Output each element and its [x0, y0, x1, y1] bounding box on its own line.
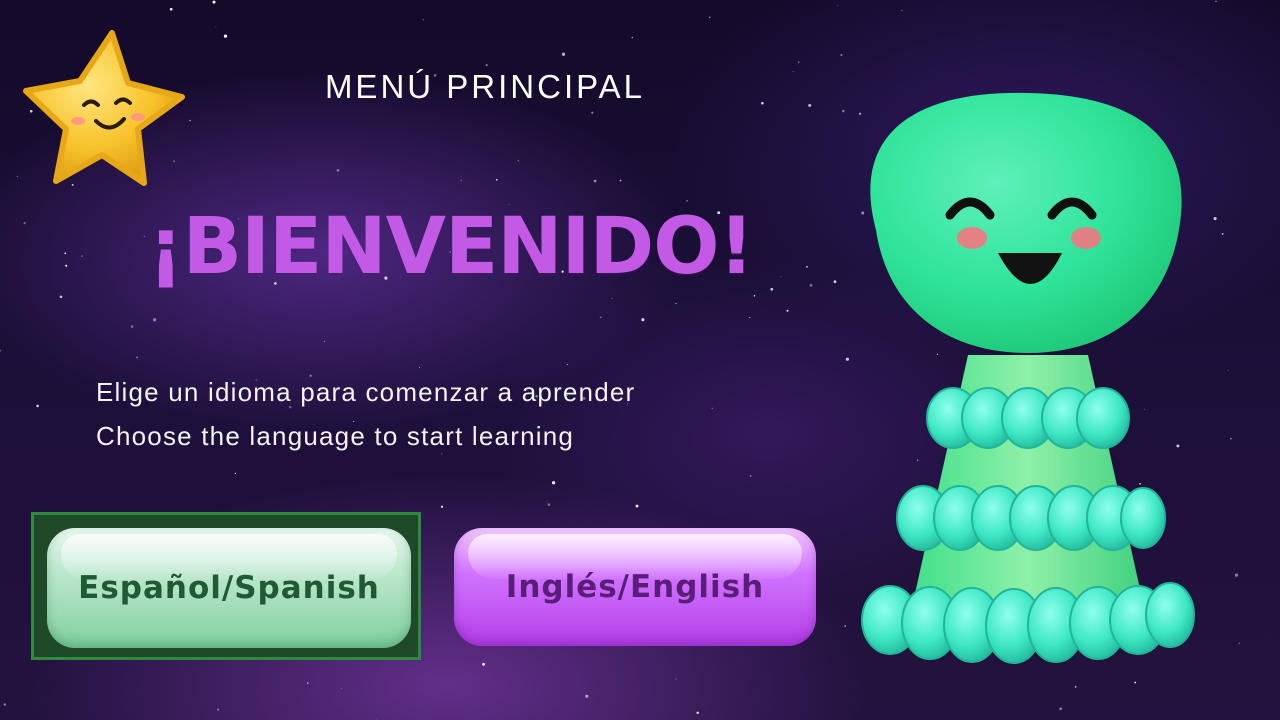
background-star: [711, 407, 713, 409]
background-star: [1234, 573, 1239, 577]
welcome-heading: ¡BIENVENIDO!: [148, 202, 754, 292]
background-star: [792, 71, 794, 73]
background-star: [797, 61, 800, 64]
background-star: [340, 688, 342, 690]
background-star: [842, 109, 845, 113]
background-star: [1238, 642, 1240, 644]
star-mascot-icon: [23, 30, 185, 186]
background-star: [1221, 233, 1224, 235]
background-star: [1227, 369, 1229, 371]
background-star: [217, 708, 220, 711]
background-star: [837, 5, 839, 7]
background-star: [599, 316, 602, 319]
background-star: [336, 169, 340, 172]
background-star: [422, 19, 424, 21]
background-star: [307, 682, 309, 684]
background-star: [1215, 0, 1217, 3]
background-star: [833, 280, 837, 284]
background-star: [482, 662, 485, 666]
background-star: [844, 625, 846, 627]
instruction-spanish: Elige un idioma para comenzar a aprender: [96, 377, 636, 407]
background-star: [212, 0, 216, 4]
background-star: [591, 111, 594, 114]
background-star: [761, 101, 764, 105]
background-star: [169, 7, 173, 11]
background-star: [566, 364, 568, 366]
background-star: [1230, 437, 1232, 440]
background-star: [152, 318, 157, 322]
background-star: [551, 481, 556, 485]
background-star: [59, 295, 63, 299]
background-star: [749, 474, 752, 477]
background-star: [808, 103, 812, 107]
background-star: [1059, 707, 1063, 711]
background-star: [585, 694, 589, 698]
background-star: [753, 295, 756, 297]
background-star: [143, 235, 145, 237]
background-star: [786, 309, 789, 312]
spanish-language-button[interactable]: Español/Spanish: [47, 528, 411, 648]
background-star: [215, 26, 217, 28]
background-star: [780, 276, 782, 278]
english-language-button[interactable]: Inglés/English: [454, 528, 816, 646]
background-star: [708, 16, 711, 19]
background-star: [136, 356, 139, 359]
background-star: [3, 703, 7, 706]
background-star: [547, 503, 551, 506]
background-star: [323, 340, 326, 342]
background-star: [16, 176, 18, 178]
background-star: [65, 264, 68, 267]
background-star: [770, 287, 774, 291]
background-star: [840, 54, 843, 57]
background-star: [223, 34, 228, 38]
spanish-button-label: Español/Spanish: [78, 570, 380, 606]
english-button-label: Inglés/English: [505, 569, 765, 605]
background-star: [0, 349, 2, 352]
background-star: [631, 36, 634, 39]
instruction-english: Choose the language to start learning: [96, 421, 575, 451]
background-star: [376, 718, 378, 720]
background-star: [234, 472, 237, 475]
background-star: [1213, 217, 1217, 221]
background-star: [517, 159, 520, 162]
background-star: [440, 505, 444, 508]
background-star: [130, 325, 134, 328]
background-star: [36, 404, 39, 408]
background-star: [23, 221, 26, 225]
page-title: MENÚ PRINCIPAL: [324, 68, 646, 105]
background-star: [749, 317, 751, 319]
background-star: [561, 52, 566, 56]
background-star: [611, 298, 613, 300]
background-star: [441, 453, 443, 455]
background-star: [619, 179, 622, 182]
background-star: [593, 179, 597, 183]
background-star: [1134, 681, 1137, 684]
background-star: [675, 678, 677, 680]
background-star: [901, 9, 903, 12]
background-star: [81, 255, 83, 257]
background-star: [64, 252, 67, 255]
background-star: [806, 266, 808, 268]
background-star: [485, 64, 488, 67]
background-star: [460, 179, 462, 182]
background-star: [419, 367, 421, 368]
background-star: [641, 318, 645, 322]
background-star: [675, 302, 677, 305]
background-star: [495, 178, 498, 181]
green-character-mascot-icon: [861, 92, 1195, 664]
background-star: [696, 711, 699, 715]
background-star: [809, 283, 813, 287]
background-star: [1074, 685, 1077, 688]
background-star: [635, 504, 639, 508]
